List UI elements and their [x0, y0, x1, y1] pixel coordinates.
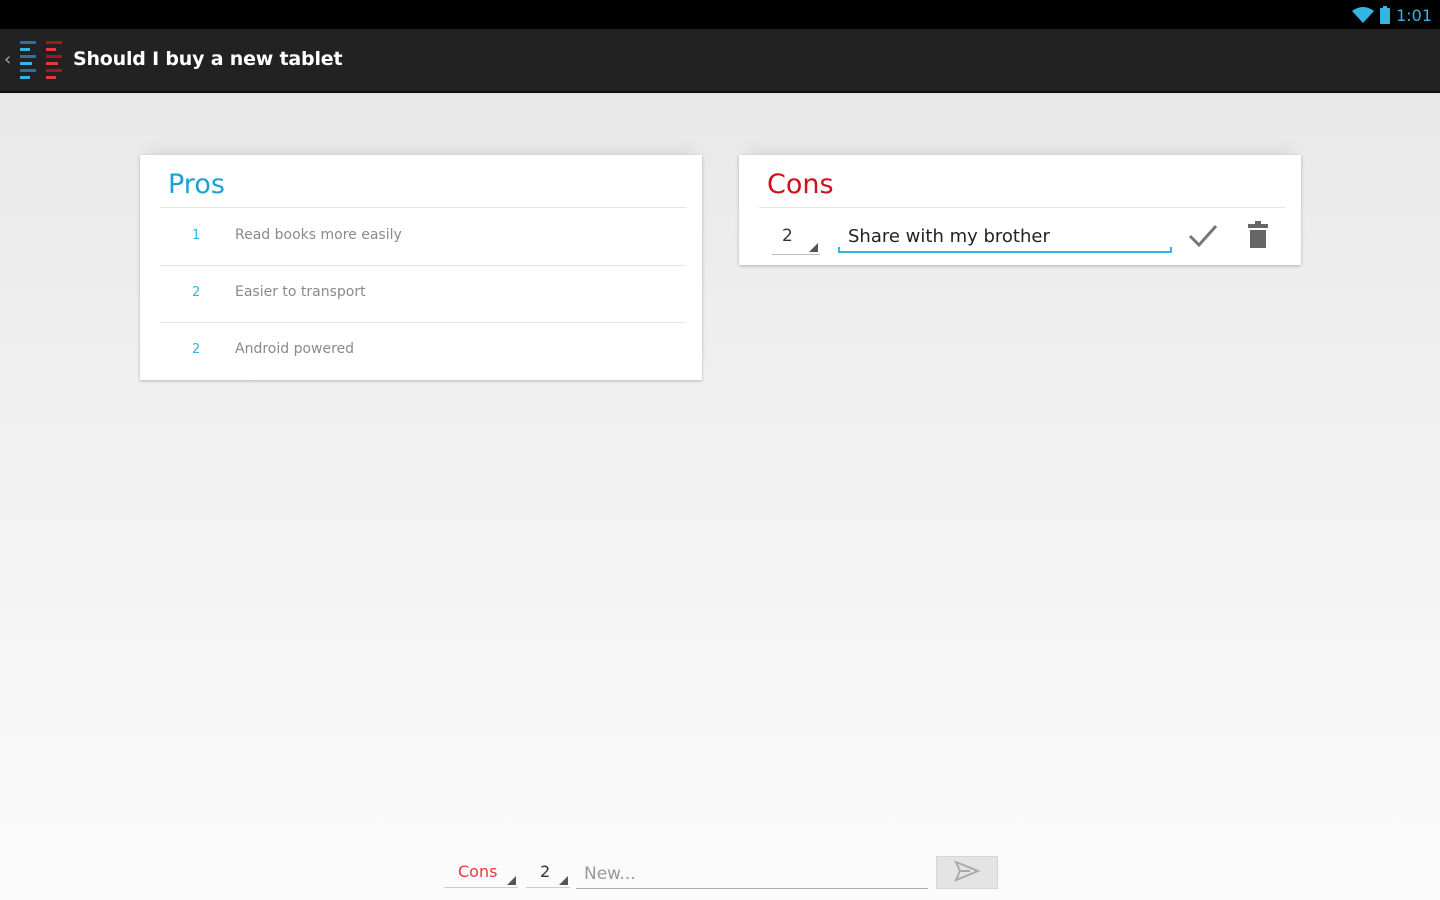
cons-card: Cons 2 [739, 155, 1301, 265]
spinner-arrow-icon [809, 243, 818, 252]
item-weight: 2 [192, 285, 201, 300]
action-bar: ‹ Should I buy a new tablet [0, 29, 1440, 93]
item-text: Read books more easily [235, 227, 402, 243]
input-edge [838, 247, 840, 253]
item-weight: 2 [192, 342, 201, 357]
new-item-input[interactable] [576, 857, 928, 889]
pros-title: Pros [168, 169, 225, 200]
weight-spinner[interactable]: 2 [526, 857, 570, 888]
weight-value: 2 [540, 862, 551, 881]
item-text: Easier to transport [235, 284, 366, 300]
wifi-icon [1352, 7, 1375, 23]
weight-spinner[interactable]: 2 [772, 222, 820, 255]
item-text: Android powered [235, 341, 355, 357]
app-icon[interactable] [18, 39, 66, 81]
pros-card: Pros 1 Read books more easily 2 Easier t… [140, 155, 702, 380]
list-item[interactable]: 2 Android powered [160, 322, 686, 379]
status-indicators: 1:01 [1352, 4, 1432, 26]
status-bar: 1:01 [0, 0, 1440, 29]
page-title: Should I buy a new tablet [73, 48, 343, 70]
item-weight: 1 [192, 228, 201, 243]
send-button[interactable] [936, 856, 998, 889]
new-item-bar: Cons 2 [0, 845, 1440, 900]
up-caret-icon[interactable]: ‹ [4, 49, 11, 70]
input-edge [1170, 247, 1172, 253]
send-icon [954, 859, 981, 886]
weight-value: 2 [782, 226, 793, 246]
type-spinner[interactable]: Cons [444, 857, 518, 888]
spinner-arrow-icon [559, 876, 568, 885]
trash-icon[interactable] [1247, 221, 1269, 249]
cons-title: Cons [767, 169, 834, 200]
edit-item-input[interactable] [838, 217, 1172, 253]
battery-icon [1380, 6, 1391, 24]
spinner-arrow-icon [507, 876, 516, 885]
type-value: Cons [458, 862, 498, 881]
clock: 1:01 [1396, 5, 1432, 25]
checkmark-icon[interactable] [1188, 223, 1218, 249]
divider [759, 207, 1285, 208]
list-item[interactable]: 1 Read books more easily [160, 208, 686, 266]
list-item[interactable]: 2 Easier to transport [160, 265, 686, 323]
